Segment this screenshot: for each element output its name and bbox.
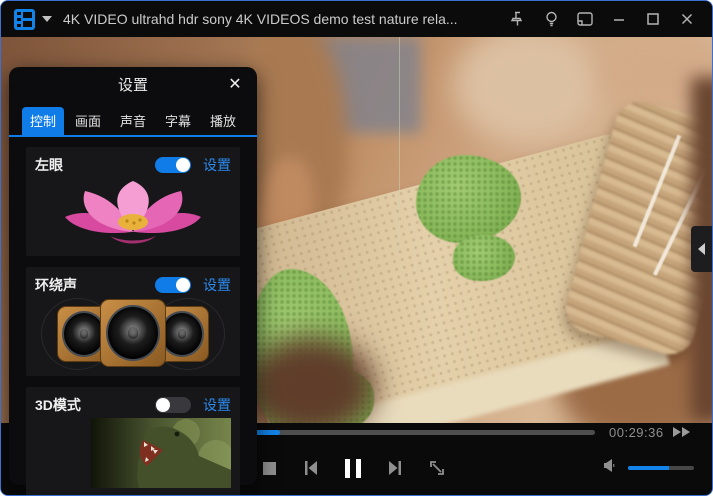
setting-card-left-eye: 左眼 设置 [26,147,240,256]
window-title: 4K VIDEO ultrahd hdr sony 4K VIDEOS demo… [63,11,458,27]
elapsed-time: 00:29:36 [609,424,664,440]
tab-playback[interactable]: 播放 [202,107,244,135]
previous-button[interactable] [293,450,329,486]
dropdown-caret-icon[interactable] [42,16,52,22]
fullscreen-button[interactable] [419,450,455,486]
3d-mode-settings-link[interactable]: 设置 [203,395,231,415]
lotus-flower-image [35,178,231,248]
close-icon[interactable] [676,8,698,30]
minimize-icon[interactable] [608,8,630,30]
setting-label: 3D模式 [35,397,81,413]
setting-label: 环绕声 [35,277,77,293]
player-window: 4K VIDEO ultrahd hdr sony 4K VIDEOS demo… [0,0,713,496]
titlebar[interactable]: 4K VIDEO ultrahd hdr sony 4K VIDEOS demo… [1,1,712,37]
next-button[interactable] [377,450,413,486]
volume-slider-fill [628,466,669,470]
left-eye-toggle[interactable] [155,157,191,173]
settings-panel: 设置 ✕ 控制 画面 声音 字幕 播放 左眼 设置 环绕声 设置 3D模式 设置 [9,67,257,495]
video-bg-shape [453,37,603,145]
left-eye-settings-link[interactable]: 设置 [203,155,231,175]
setting-card-surround: 环绕声 设置 [26,267,240,376]
playlist-flyout-handle[interactable] [691,226,712,272]
surround-settings-link[interactable]: 设置 [203,275,231,295]
dinosaur-image [35,418,231,488]
surround-toggle[interactable] [155,277,191,293]
3d-mode-toggle[interactable] [155,397,191,413]
maximize-icon[interactable] [642,8,664,30]
tab-picture[interactable]: 画面 [67,107,109,135]
settings-panel-title: 设置 [117,76,148,94]
fast-forward-icon[interactable] [672,426,692,438]
speakers-image [35,298,231,370]
mini-window-icon[interactable] [574,8,596,30]
film-strip-icon[interactable] [14,8,35,30]
setting-card-3d-mode: 3D模式 设置 [26,387,240,495]
tab-subtitle[interactable]: 字幕 [157,107,199,135]
screenshot: 4K VIDEO ultrahd hdr sony 4K VIDEOS demo… [0,0,713,496]
tab-control[interactable]: 控制 [22,107,65,135]
settings-tabs: 控制 画面 声音 字幕 播放 [9,107,257,137]
setting-label: 左眼 [35,157,63,173]
chevron-left-icon [698,243,705,255]
close-icon[interactable]: ✕ [223,72,247,96]
lightbulb-icon[interactable] [540,8,562,30]
volume-icon[interactable] [602,458,618,478]
pause-button[interactable] [335,450,371,486]
pin-icon[interactable] [506,8,528,30]
volume-slider[interactable] [628,466,694,470]
tab-sound[interactable]: 声音 [112,107,154,135]
video-seam-line [399,37,400,249]
